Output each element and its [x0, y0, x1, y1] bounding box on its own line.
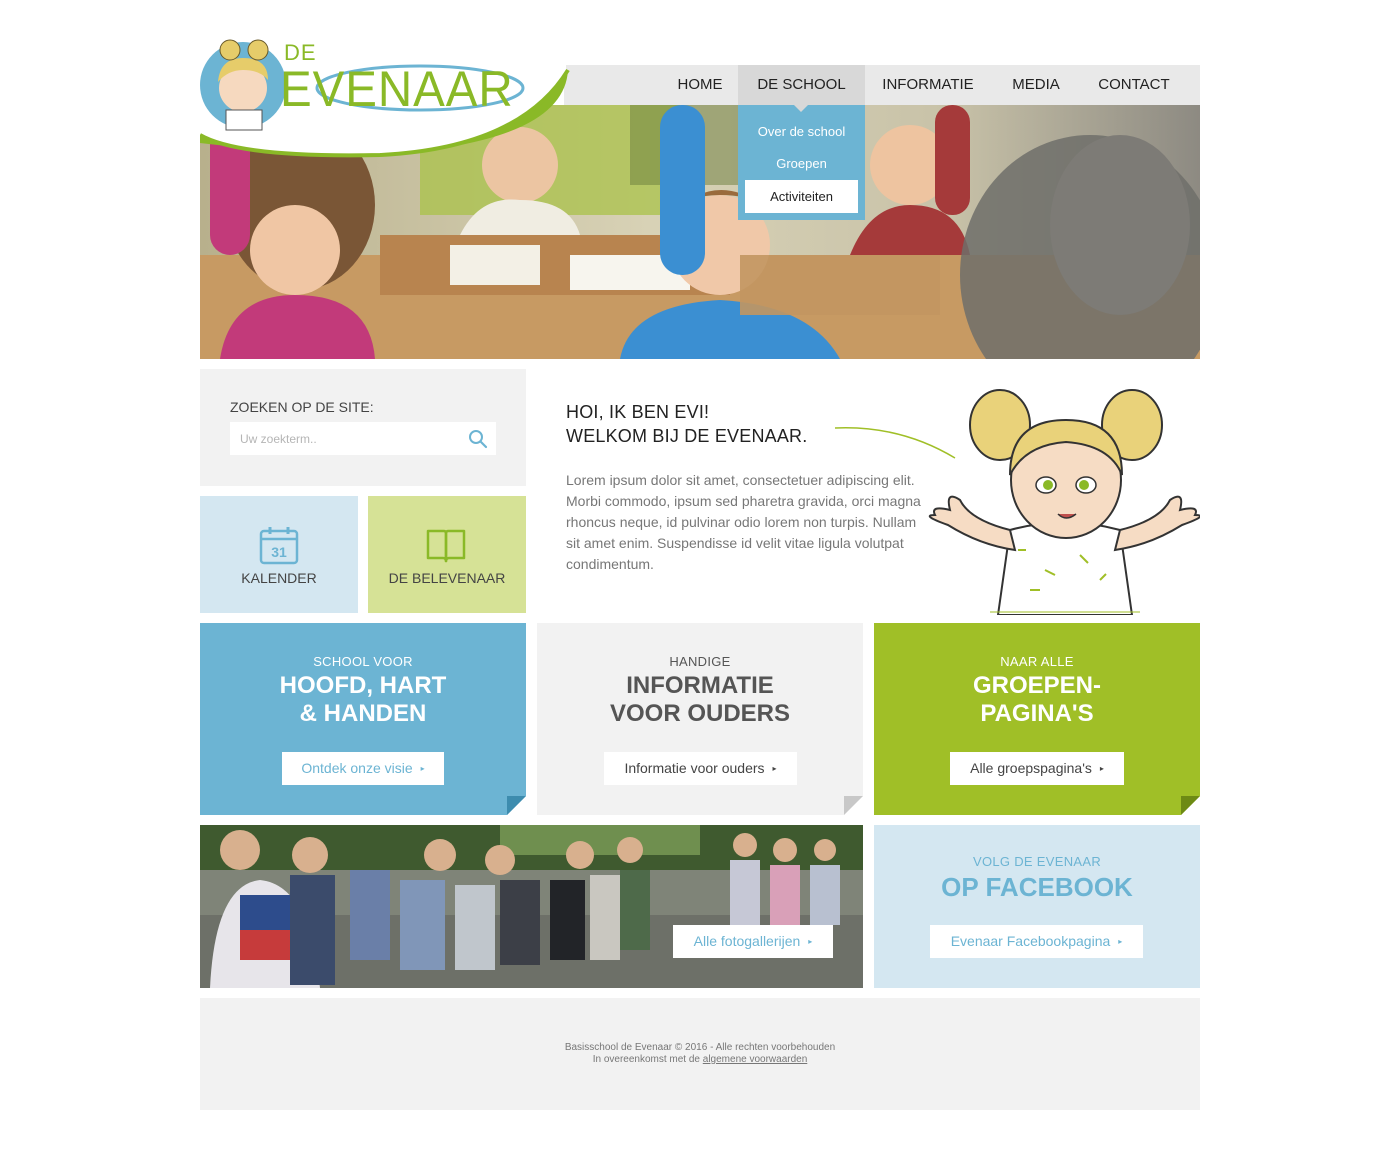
promo-groepen-title: GROEPEN- PAGINA'S	[874, 672, 1200, 728]
dropdown-item-groepen[interactable]: Groepen	[738, 156, 865, 171]
promo-groepen: NAAR ALLE GROEPEN- PAGINA'S Alle groepsp…	[874, 623, 1200, 815]
promo-ouders-title-line2: VOOR OUDERS	[609, 700, 791, 727]
nav-item-informatie[interactable]: INFORMATIE	[873, 65, 983, 105]
site-logo[interactable]: DE EVENAAR	[200, 30, 572, 160]
dropdown-item-over-de-school[interactable]: Over de school	[738, 124, 865, 139]
calendar-icon-day: 31	[271, 544, 287, 560]
nav-item-home[interactable]: HOME	[665, 65, 735, 105]
facebook-kicker: VOLG DE EVENAAR	[972, 854, 1102, 869]
ontdek-visie-button-label: Ontdek onze visie	[301, 760, 413, 776]
promo-groepen-kicker: NAAR ALLE	[1000, 654, 1074, 669]
search-icon[interactable]	[468, 429, 488, 449]
page-curl-decoration	[1181, 796, 1200, 815]
promo-groepen-title-line1: GROEPEN-	[972, 672, 1101, 699]
belevenaar-tile-label: DE BELEVENAAR	[388, 570, 506, 586]
promo-visie-title-line2: & HANDEN	[299, 700, 427, 727]
promo-groepen-title-line2: PAGINA'S	[980, 700, 1094, 727]
footer: Basisschool de Evenaar © 2016 - Alle rec…	[200, 998, 1200, 1110]
search-label: ZOEKEN OP DE SITE:	[230, 399, 374, 415]
page: HOME DE SCHOOL INFORMATIE MEDIA CONTACT	[200, 0, 1200, 1165]
footer-terms-prefix: In overeenkomst met de	[592, 1054, 700, 1065]
arrow-right-icon: ▸	[808, 937, 813, 946]
facebook-button[interactable]: Evenaar Facebookpagina ▸	[930, 925, 1143, 958]
nav-item-media[interactable]: MEDIA	[1001, 65, 1071, 105]
promo-ouders: HANDIGE INFORMATIE VOOR OUDERS Informati…	[537, 623, 863, 815]
logo-name: EVENAAR	[280, 61, 514, 117]
fotogallerijen-button[interactable]: Alle fotogallerijen ▸	[673, 925, 833, 958]
informatie-ouders-button-label: Informatie voor ouders	[624, 760, 765, 776]
promo-visie: SCHOOL VOOR HOOFD, HART & HANDEN Ontdek …	[200, 623, 526, 815]
dropdown-item-activiteiten[interactable]: Activiteiten	[745, 180, 858, 213]
main-nav: HOME DE SCHOOL INFORMATIE MEDIA CONTACT	[564, 65, 1200, 105]
arrow-right-icon: ▸	[420, 764, 425, 773]
welcome-title-line1: HOI, IK BEN EVI!	[566, 402, 710, 422]
fotogallerijen-button-label: Alle fotogallerijen	[693, 933, 801, 949]
arrow-right-icon: ▸	[1099, 764, 1104, 773]
gallery-photo: Alle fotogallerijen ▸	[200, 825, 863, 988]
promo-ouders-title-line1: INFORMATIE	[626, 672, 774, 699]
de-school-dropdown: Over de school Groepen Activiteiten	[738, 105, 865, 220]
informatie-ouders-button[interactable]: Informatie voor ouders ▸	[604, 752, 797, 785]
search-input[interactable]	[230, 422, 460, 455]
page-curl-decoration	[844, 796, 863, 815]
promo-visie-title-line1: HOOFD, HART	[279, 672, 447, 699]
mascot-illustration	[834, 389, 1200, 615]
arrow-right-icon: ▸	[1118, 937, 1123, 946]
terms-link[interactable]: algemene voorwaarden	[703, 1054, 808, 1065]
belevenaar-tile[interactable]: DE BELEVENAAR	[368, 496, 526, 613]
book-icon	[426, 529, 466, 563]
promo-visie-title: HOOFD, HART & HANDEN	[200, 672, 526, 728]
page-curl-decoration	[507, 796, 526, 815]
footer-terms-line: In overeenkomst met de algemene voorwaar…	[200, 1054, 1200, 1065]
nav-item-de-school[interactable]: DE SCHOOL	[738, 65, 865, 105]
search-field-wrapper	[230, 422, 496, 455]
welcome-title-line2: WELKOM BIJ DE EVENAAR.	[566, 426, 808, 446]
search-box: ZOEKEN OP DE SITE:	[200, 369, 526, 486]
nav-item-contact[interactable]: CONTACT	[1088, 65, 1180, 105]
footer-copyright: Basisschool de Evenaar © 2016 - Alle rec…	[564, 1042, 836, 1053]
promo-visie-kicker: SCHOOL VOOR	[313, 654, 413, 669]
promo-ouders-title: INFORMATIE VOOR OUDERS	[537, 672, 863, 728]
groepspaginas-button-label: Alle groepspagina's	[970, 760, 1092, 776]
facebook-button-label: Evenaar Facebookpagina	[950, 933, 1111, 949]
facebook-title: OP FACEBOOK	[941, 872, 1133, 902]
promo-ouders-kicker: HANDIGE	[669, 654, 731, 669]
welcome-title: HOI, IK BEN EVI! WELKOM BIJ DE EVENAAR.	[566, 400, 807, 448]
calendar-icon: 31	[259, 527, 299, 565]
facebook-block: VOLG DE EVENAAR OP FACEBOOK Evenaar Face…	[874, 825, 1200, 988]
arrow-right-icon: ▸	[772, 764, 777, 773]
groepspaginas-button[interactable]: Alle groepspagina's ▸	[950, 752, 1124, 785]
calendar-tile[interactable]: 31 KALENDER	[200, 496, 358, 613]
calendar-tile-label: KALENDER	[241, 570, 317, 586]
ontdek-visie-button[interactable]: Ontdek onze visie ▸	[282, 752, 444, 785]
